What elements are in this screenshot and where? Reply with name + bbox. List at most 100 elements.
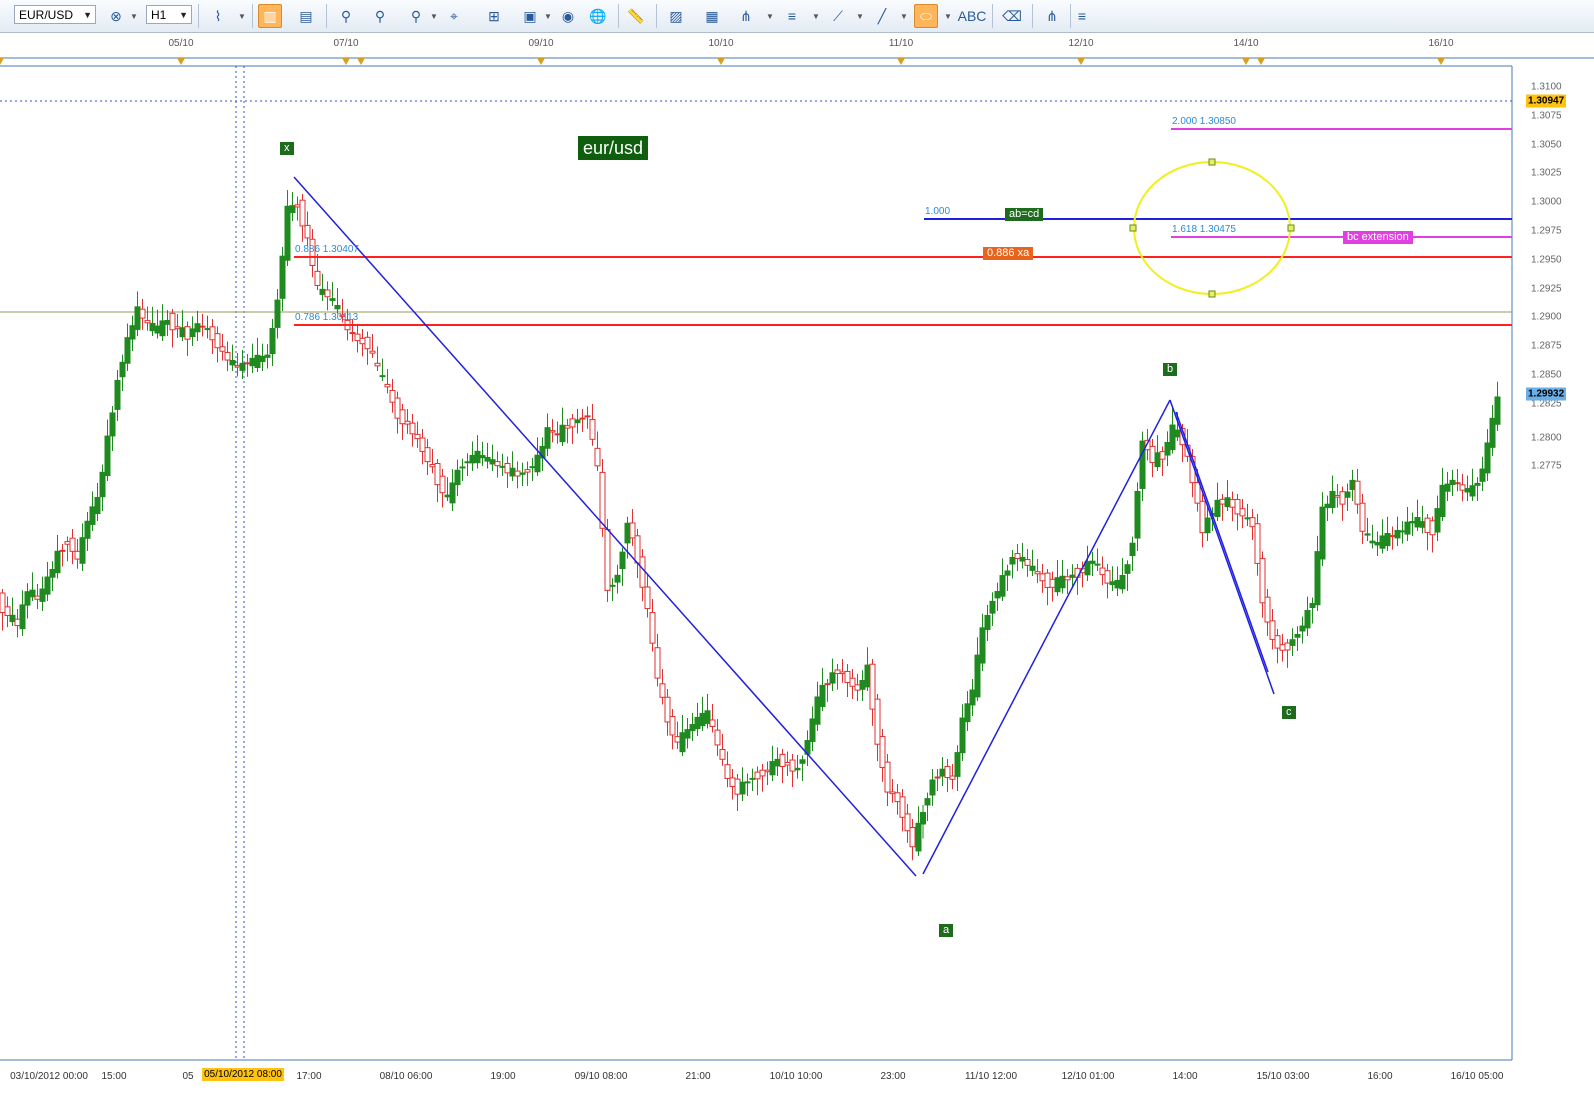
candle-body bbox=[589, 418, 596, 440]
candle-body bbox=[474, 450, 481, 464]
candle-body bbox=[634, 535, 641, 564]
candle-body bbox=[1314, 551, 1321, 606]
candle-body bbox=[1384, 533, 1391, 547]
candle-body bbox=[779, 753, 786, 768]
candle-body bbox=[1259, 558, 1266, 604]
candle-body bbox=[1319, 506, 1326, 560]
candle-body bbox=[1154, 452, 1161, 468]
candle-body bbox=[49, 568, 56, 578]
candle-body bbox=[994, 591, 1001, 599]
price-tick-label: 1.3025 bbox=[1531, 167, 1562, 179]
point-a-label[interactable]: a bbox=[939, 924, 954, 937]
candle-body bbox=[759, 769, 766, 777]
candle-body bbox=[254, 354, 261, 368]
candle-body bbox=[564, 425, 571, 429]
xa-0886-label: 0.886 1.30407 bbox=[295, 244, 359, 255]
candle-body bbox=[424, 447, 431, 463]
candle-body bbox=[354, 333, 361, 342]
candle-body bbox=[920, 812, 926, 825]
point-b-label[interactable]: b bbox=[1163, 363, 1178, 376]
candle-body bbox=[364, 336, 371, 350]
candle-body bbox=[1474, 482, 1481, 486]
candle-body bbox=[169, 312, 176, 331]
candle-body bbox=[239, 362, 246, 371]
candle-body bbox=[229, 360, 236, 366]
ellipse-handle-right[interactable] bbox=[1287, 224, 1295, 232]
candle-body bbox=[1224, 497, 1231, 508]
abcd-1000-label: 1.000 bbox=[925, 206, 951, 217]
candle-body bbox=[44, 576, 51, 595]
candle-body bbox=[604, 528, 611, 591]
candle-body bbox=[1129, 542, 1136, 557]
candle-body bbox=[1019, 556, 1026, 562]
candle-body bbox=[689, 724, 696, 732]
price-tick-label: 1.3075 bbox=[1531, 110, 1562, 122]
candle-body bbox=[24, 591, 31, 606]
time-tick-label: 16/10 05:00 bbox=[1450, 1071, 1504, 1082]
candle-body bbox=[1064, 576, 1071, 581]
candle-body bbox=[1159, 451, 1166, 460]
candle-body bbox=[709, 719, 716, 727]
candle-body bbox=[149, 322, 156, 332]
candle-body bbox=[559, 424, 566, 443]
bc-extension-tag[interactable]: bc extension bbox=[1343, 231, 1413, 244]
candle-body bbox=[619, 551, 626, 570]
date-tick-marker bbox=[1242, 58, 1250, 65]
candle-body bbox=[1394, 529, 1401, 539]
time-tick-label: 15:00 bbox=[101, 1071, 127, 1082]
candle-body bbox=[419, 437, 426, 452]
candle-body bbox=[809, 718, 816, 742]
candle-body bbox=[204, 328, 211, 331]
price-tick-label: 1.2925 bbox=[1531, 283, 1562, 295]
candle-body bbox=[39, 588, 46, 602]
candle-body bbox=[9, 614, 16, 623]
candle-body bbox=[264, 354, 271, 358]
price-tick-label: 1.2775 bbox=[1531, 460, 1562, 472]
date-tick-marker bbox=[717, 58, 725, 65]
candle-body bbox=[739, 781, 746, 795]
point-x-label[interactable]: x bbox=[280, 142, 294, 155]
candle-body bbox=[284, 205, 291, 261]
time-tick-label: 23:00 bbox=[880, 1071, 906, 1082]
candle-body bbox=[659, 683, 666, 698]
chart-plot-area[interactable] bbox=[0, 0, 1594, 1099]
abcd-tag[interactable]: ab=cd bbox=[1005, 208, 1044, 221]
candle-body bbox=[704, 710, 711, 724]
date-tick-markers bbox=[0, 58, 1445, 65]
candle-body bbox=[959, 717, 966, 754]
date-tick-marker bbox=[342, 58, 350, 65]
candle-body bbox=[349, 332, 356, 335]
candle-body bbox=[1409, 520, 1416, 524]
candle-body bbox=[54, 550, 61, 574]
candle-body bbox=[0, 592, 6, 613]
candle-body bbox=[1489, 417, 1496, 448]
candle-body bbox=[1419, 521, 1426, 528]
time-tick-label: 12/10 01:00 bbox=[1061, 1071, 1115, 1082]
candle-body bbox=[1359, 502, 1366, 532]
candle-body bbox=[949, 775, 956, 780]
candle-body bbox=[1339, 491, 1346, 505]
candle-body bbox=[769, 761, 776, 776]
time-tick-label: 08/10 06:00 bbox=[379, 1071, 433, 1082]
candle-body bbox=[89, 506, 96, 525]
candle-body bbox=[644, 586, 651, 610]
candle-body bbox=[1469, 485, 1476, 497]
price-tick-label: 1.2800 bbox=[1531, 432, 1562, 444]
candle-body bbox=[1334, 495, 1341, 498]
candle-body bbox=[1169, 424, 1176, 450]
candle-body bbox=[1479, 468, 1486, 482]
candle-body bbox=[1229, 498, 1236, 508]
candle-body bbox=[529, 466, 536, 469]
chart-title-label[interactable]: eur/usd bbox=[578, 136, 649, 160]
xa-tag[interactable]: 0.886 xa bbox=[983, 247, 1034, 260]
point-c-label[interactable]: c bbox=[1282, 706, 1296, 719]
date-tick-marker bbox=[1077, 58, 1085, 65]
price-tick-label: 1.3000 bbox=[1531, 196, 1562, 208]
candle-body bbox=[489, 459, 496, 465]
ellipse-handle-left[interactable] bbox=[1129, 224, 1137, 232]
ellipse-handle-top[interactable] bbox=[1208, 158, 1216, 166]
candle-body bbox=[1034, 571, 1041, 575]
ellipse-handle-bottom[interactable] bbox=[1208, 290, 1216, 298]
candle-body bbox=[274, 299, 281, 328]
bc-2000-label: 2.000 1.30850 bbox=[1172, 116, 1236, 127]
